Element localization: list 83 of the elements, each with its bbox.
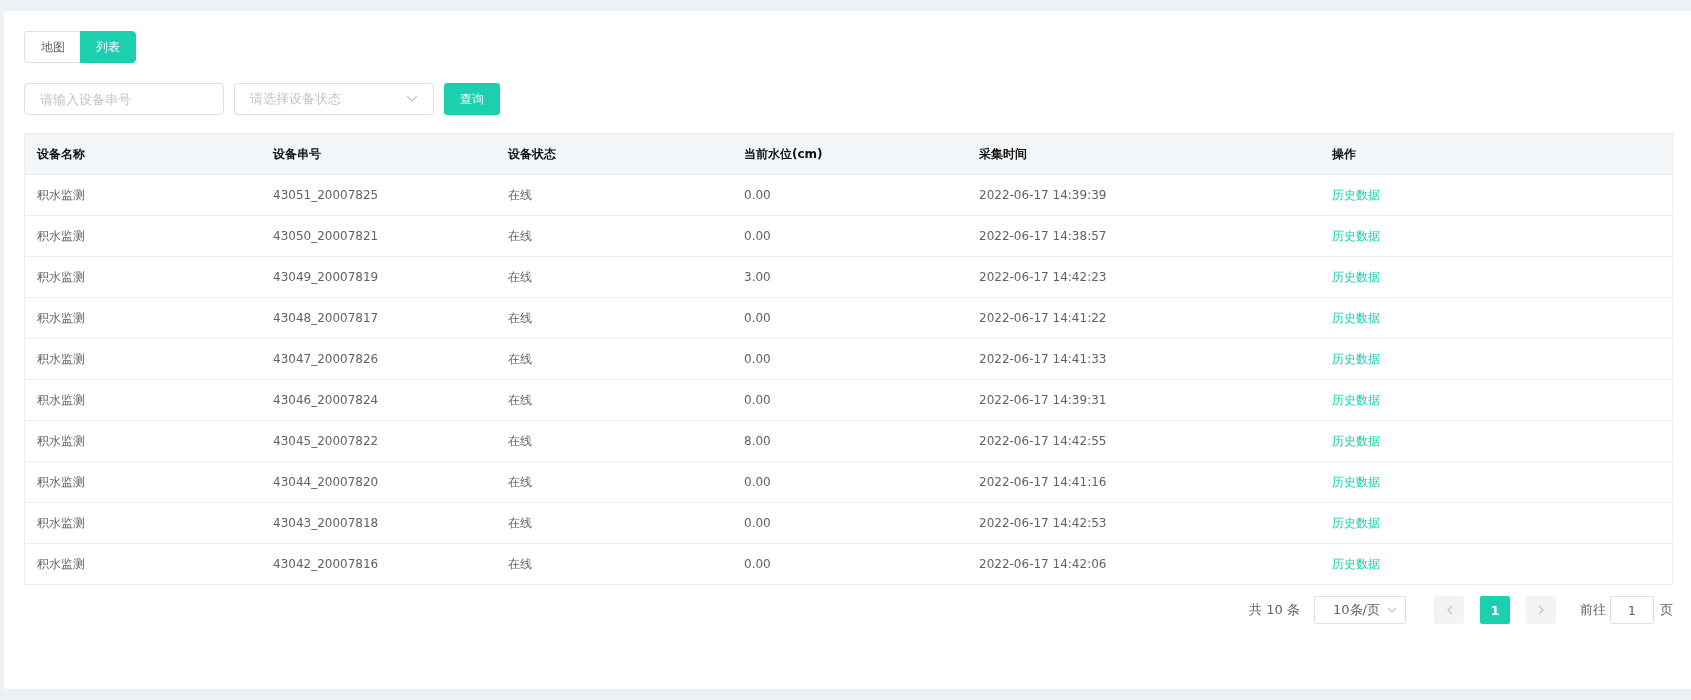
table-cell-text: 43051_20007825 xyxy=(272,188,380,202)
table-cell-text: 0.00 xyxy=(743,557,772,571)
status-select[interactable]: 请选择设备状态 xyxy=(234,83,434,115)
chevron-right-icon xyxy=(1537,605,1545,615)
table-cell-text: 2022-06-17 14:39:31 xyxy=(978,393,1108,407)
table-cell-text: 2022-06-17 14:41:33 xyxy=(978,352,1108,366)
column-header: 设备串号 xyxy=(271,145,322,163)
table-cell-text: 积水监测 xyxy=(36,268,86,286)
history-data-link[interactable]: 历史数据 xyxy=(1332,556,1380,571)
history-data-link[interactable]: 历史数据 xyxy=(1332,228,1380,243)
history-data-link[interactable]: 历史数据 xyxy=(1332,187,1380,202)
table-cell-text: 积水监测 xyxy=(36,514,86,532)
table-cell-text: 在线 xyxy=(507,514,533,532)
table-cell-text: 0.00 xyxy=(743,188,772,202)
history-data-link[interactable]: 历史数据 xyxy=(1332,433,1380,448)
chevron-left-icon xyxy=(1445,605,1453,615)
column-header: 设备状态 xyxy=(506,145,557,163)
table-cell-text: 0.00 xyxy=(743,475,772,489)
total-count: 共 10 条 xyxy=(1249,601,1300,619)
chevron-down-icon xyxy=(1387,607,1397,613)
history-data-link[interactable]: 历史数据 xyxy=(1332,351,1380,366)
table-cell-text: 0.00 xyxy=(743,352,772,366)
column-header: 采集时间 xyxy=(978,145,1028,163)
table-cell-text: 积水监测 xyxy=(36,350,86,368)
table-cell-text: 43048_20007817 xyxy=(272,311,380,325)
table-cell-text: 43042_20007816 xyxy=(272,557,380,571)
table-cell-text: 0.00 xyxy=(743,516,772,530)
table-cell-text: 积水监测 xyxy=(36,432,86,450)
table-cell-text: 2022-06-17 14:42:55 xyxy=(978,434,1108,448)
table-cell-text: 在线 xyxy=(507,227,533,245)
next-page-button[interactable] xyxy=(1526,596,1556,624)
prev-page-button[interactable] xyxy=(1434,596,1464,624)
history-data-link[interactable]: 历史数据 xyxy=(1332,474,1380,489)
column-header: 操作 xyxy=(1331,145,1357,163)
table-cell-text: 在线 xyxy=(507,391,533,409)
table-cell-text: 43046_20007824 xyxy=(272,393,380,407)
goto-page-input[interactable]: 1 xyxy=(1610,596,1654,624)
table-cell-text: 43047_20007826 xyxy=(272,352,380,366)
history-data-link[interactable]: 历史数据 xyxy=(1332,269,1380,284)
table-cell-text: 2022-06-17 14:39:39 xyxy=(978,188,1108,202)
table-cell-text: 2022-06-17 14:41:22 xyxy=(978,311,1108,325)
table-cell-text: 2022-06-17 14:38:57 xyxy=(978,229,1108,243)
table-cell-text: 在线 xyxy=(507,473,533,491)
view-tab[interactable]: 列表 xyxy=(80,31,136,63)
page-number[interactable]: 1 xyxy=(1480,596,1510,624)
column-header: 当前水位(cm) xyxy=(743,145,824,163)
table-cell-text: 积水监测 xyxy=(36,555,86,573)
table-cell-text: 2022-06-17 14:42:53 xyxy=(978,516,1108,530)
table-cell-text: 2022-06-17 14:42:23 xyxy=(978,270,1108,284)
table-cell-text: 在线 xyxy=(507,350,533,368)
table-cell-text: 积水监测 xyxy=(36,186,86,204)
table-cell-text: 在线 xyxy=(507,268,533,286)
table-cell-text: 2022-06-17 14:42:06 xyxy=(978,557,1108,571)
table-cell-text: 43045_20007822 xyxy=(272,434,380,448)
table-cell-text: 0.00 xyxy=(743,229,772,243)
table-cell-text: 43044_20007820 xyxy=(272,475,380,489)
query-button[interactable]: 查询 xyxy=(444,83,500,115)
page-suffix: 页 xyxy=(1660,601,1673,619)
table-cell-text: 积水监测 xyxy=(36,309,86,327)
chevron-down-icon xyxy=(406,95,418,103)
table-cell-text: 3.00 xyxy=(743,270,772,284)
view-tab[interactable]: 地图 xyxy=(24,31,80,63)
table-cell-text: 在线 xyxy=(507,432,533,450)
table-cell-text: 43050_20007821 xyxy=(272,229,380,243)
history-data-link[interactable]: 历史数据 xyxy=(1332,310,1380,325)
table-cell-text: 43043_20007818 xyxy=(272,516,380,530)
table-cell-text: 积水监测 xyxy=(36,391,86,409)
table-cell-text: 在线 xyxy=(507,309,533,327)
table-cell-text: 8.00 xyxy=(743,434,772,448)
table-cell-text: 2022-06-17 14:41:16 xyxy=(978,475,1108,489)
table-cell-text: 积水监测 xyxy=(36,227,86,245)
table-cell-text: 积水监测 xyxy=(36,473,86,491)
goto-label: 前往 xyxy=(1580,601,1606,619)
table-cell-text: 0.00 xyxy=(743,393,772,407)
serial-input[interactable]: 请输入设备串号 xyxy=(24,83,224,115)
table-cell-text: 0.00 xyxy=(743,311,772,325)
table-cell-text: 43049_20007819 xyxy=(272,270,380,284)
table-cell-text: 在线 xyxy=(507,555,533,573)
table-cell-text: 在线 xyxy=(507,186,533,204)
history-data-link[interactable]: 历史数据 xyxy=(1332,515,1380,530)
page-size-select[interactable]: 10条/页 xyxy=(1314,596,1406,624)
history-data-link[interactable]: 历史数据 xyxy=(1332,392,1380,407)
column-header: 设备名称 xyxy=(35,145,86,163)
